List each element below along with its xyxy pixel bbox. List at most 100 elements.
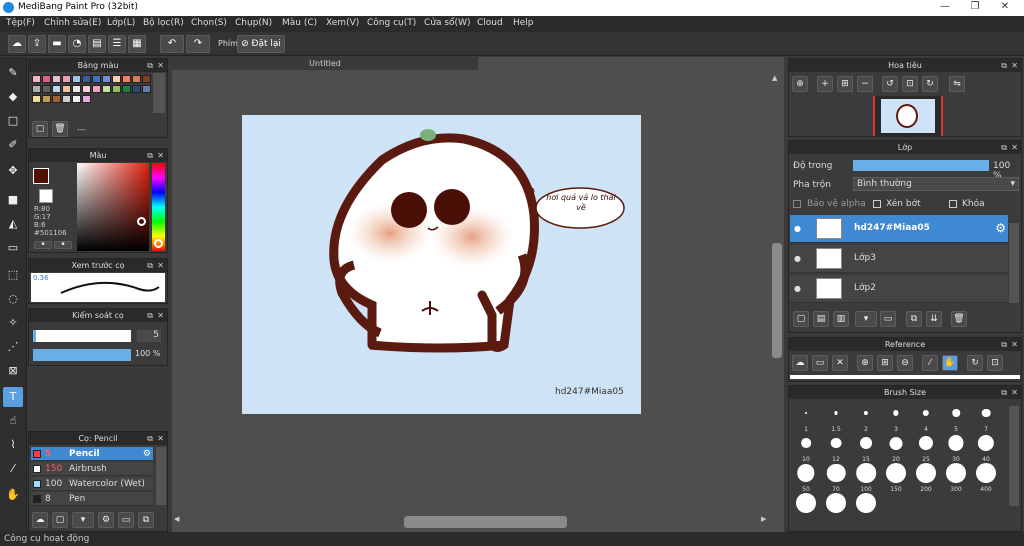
palette-swatch[interactable] [102,75,111,83]
rotate-left-icon[interactable]: ↺ [882,76,898,92]
redo-icon[interactable]: ↷ [186,35,210,53]
palette-swatch[interactable] [32,85,41,93]
flip-icon[interactable]: ⇋ [949,76,965,92]
horizontal-scrollbar[interactable] [404,516,567,528]
brush-size-option[interactable]: 40 [971,432,1001,463]
close-panel-icon[interactable]: ✕ [157,309,164,322]
undock-icon[interactable]: ⧉ [147,259,153,272]
brush-size-option[interactable]: 300 [941,462,971,493]
menu-filter[interactable]: Bộ lọc(R) [143,18,184,28]
brush-size-option[interactable]: 200 [911,462,941,493]
palette-swatch[interactable] [42,95,51,103]
hue-slider[interactable] [152,163,165,251]
palette-swatch[interactable] [52,95,61,103]
brush-size-option[interactable] [821,492,851,522]
new-palette-icon[interactable]: ▢ [32,121,48,137]
palette-swatch[interactable] [52,85,61,93]
close-panel-icon[interactable]: ✕ [1011,59,1018,72]
palette-swatch[interactable] [82,75,91,83]
close-reference-icon[interactable]: ✕ [832,355,848,371]
brush-size-option[interactable] [851,492,881,522]
close-panel-icon[interactable]: ✕ [1011,141,1018,154]
undock-icon[interactable]: ⧉ [1001,338,1007,351]
new-8bit-layer-icon[interactable]: ▥ [833,311,849,327]
undock-icon[interactable]: ⧉ [147,432,153,445]
blend-mode-select[interactable]: Bình thường ▾ [853,177,1019,191]
palette-swatch[interactable] [102,85,111,93]
bucket-tool-icon[interactable]: ◭ [3,214,23,234]
new-halftone-layer-icon[interactable]: ▤ [813,311,829,327]
close-panel-icon[interactable]: ✕ [157,432,164,445]
menu-tools[interactable]: Công cụ(T) [367,18,416,28]
brush-size-option[interactable]: 12 [821,432,851,463]
layer-row[interactable]: ● Lớp2 [790,275,1008,303]
rotate-right-icon[interactable]: ↻ [922,76,938,92]
delete-palette-icon[interactable]: 🗑 [52,121,68,137]
minimize-button[interactable]: — [931,0,959,15]
palette-swatch[interactable] [92,75,101,83]
brush-size-option[interactable]: 100 [851,462,881,493]
undock-icon[interactable]: ⧉ [1001,141,1007,154]
background-color-swatch[interactable] [39,189,53,203]
undo-icon[interactable]: ↶ [160,35,184,53]
palette-swatch[interactable] [52,75,61,83]
palette-swatch[interactable] [72,95,81,103]
palette-swatch[interactable] [72,75,81,83]
fill-rect-tool-icon[interactable]: ■ [3,190,23,210]
brush-size-option[interactable]: 30 [941,432,971,463]
close-panel-icon[interactable]: ✕ [157,59,164,72]
close-window-button[interactable]: ✕ [991,0,1019,15]
eraser-tool-icon[interactable]: ◆ [3,87,23,107]
palette-swatch[interactable] [142,75,151,83]
layer-folder-icon[interactable]: ▭ [880,311,896,327]
ref-fit-icon[interactable]: ⊞ [877,355,893,371]
add-layer-menu-icon[interactable]: ▾ [855,311,877,327]
cloud-icon[interactable]: ☁ [8,35,26,53]
gradient-tool-icon[interactable]: ▭ [3,238,23,258]
picker-cursor[interactable] [137,217,146,226]
ref-eyedropper-icon[interactable]: ⁄ [922,355,938,371]
close-panel-icon[interactable]: ✕ [1011,386,1018,399]
scroll-right-icon[interactable]: ▶ [761,515,766,523]
close-panel-icon[interactable]: ✕ [157,259,164,272]
brush-size-option[interactable]: 5 [941,402,971,433]
brush-opacity-slider[interactable] [33,349,131,361]
ref-zoom-out-icon[interactable]: ⊖ [897,355,913,371]
document-icon[interactable]: ▤ [88,35,106,53]
saturation-value-picker[interactable] [77,163,149,251]
pen-tool-icon[interactable]: ✐ [3,135,23,155]
brush-list-scrollbar[interactable] [156,447,166,505]
undock-icon[interactable]: ⧉ [147,309,153,322]
brush-size-option[interactable]: 25 [911,432,941,463]
menu-view[interactable]: Xem(V) [326,18,359,28]
palette-swatch[interactable] [132,85,141,93]
brush-size-option[interactable]: 400 [971,462,1001,493]
palette-swatch[interactable] [132,75,141,83]
menu-file[interactable]: Tệp(F) [6,18,35,28]
brush-size-scrollbar[interactable] [1009,406,1019,506]
palette-swatch[interactable] [82,95,91,103]
hand-tool-icon[interactable]: ✋ [3,485,23,505]
brush-size-option[interactable]: 150 [881,462,911,493]
layer-row[interactable]: ● Lớp3 [790,245,1008,273]
lasso-icon[interactable]: ◌ [3,289,23,309]
brush-size-option[interactable]: 20 [881,432,911,463]
scroll-left-icon[interactable]: ◀ [174,515,179,523]
duplicate-brush-icon[interactable]: ⧉ [138,512,154,528]
brush-folder-icon[interactable]: ▭ [118,512,134,528]
menu-edit[interactable]: Chỉnh sửa(E) [44,18,101,28]
undock-icon[interactable]: ⧉ [147,149,153,162]
palette-swatch[interactable] [82,85,91,93]
undock-icon[interactable]: ⧉ [1001,386,1007,399]
ref-fit-window-icon[interactable]: ⊡ [987,355,1003,371]
palette-swatch[interactable] [122,85,131,93]
new-layer-icon[interactable]: ▢ [793,311,809,327]
add-brush-icon[interactable]: ▾ [72,512,94,528]
reset-colors-icon[interactable]: • [54,241,72,250]
magic-wand-icon[interactable]: ✧ [3,313,23,333]
operation-tool-icon[interactable]: ☝ [3,411,23,431]
document-tab[interactable]: Untitled [172,57,478,70]
ref-rotate-icon[interactable]: ↻ [967,355,983,371]
ref-zoom-in-icon[interactable]: ⊕ [857,355,873,371]
menu-cloud[interactable]: Cloud [477,18,503,28]
